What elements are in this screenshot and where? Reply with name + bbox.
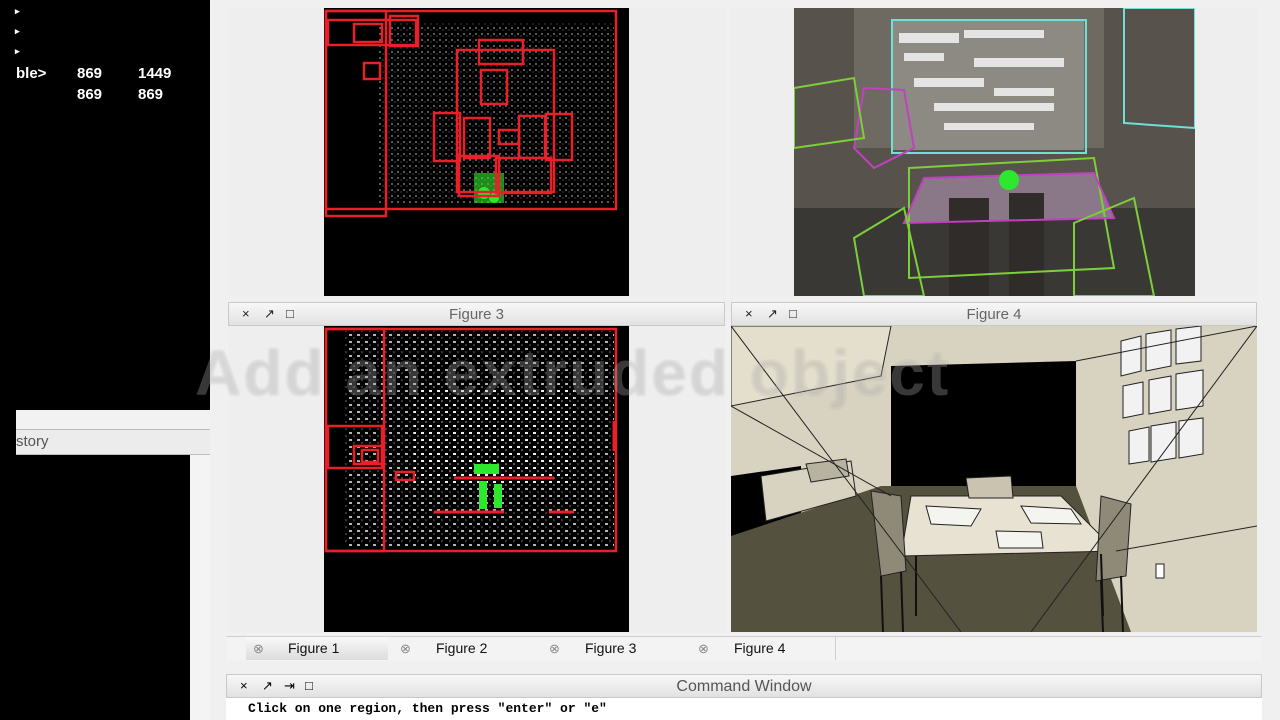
command-history-scroll[interactable] bbox=[190, 455, 210, 720]
tab-figure-2[interactable]: ⊗ Figure 2 bbox=[395, 637, 537, 660]
command-output: Click on one region, then press "enter" … bbox=[248, 701, 607, 716]
tab-figure-4[interactable]: ⊗ Figure 4 bbox=[693, 637, 836, 660]
tab-figure-3[interactable]: ⊗ Figure 3 bbox=[544, 637, 686, 660]
figure-1-panel bbox=[228, 8, 725, 296]
tab-label: Figure 3 bbox=[585, 640, 637, 656]
workspace-panel: ▸ ▸ ▸ ble> 869 1449 869 869 bbox=[0, 0, 210, 410]
tab-label: Figure 2 bbox=[436, 640, 488, 656]
command-window[interactable]: Click on one region, then press "enter" … bbox=[226, 698, 1262, 720]
figure-1-axes[interactable] bbox=[324, 8, 629, 296]
variable-value: 869 bbox=[77, 86, 103, 103]
figure-tab-strip: ⊗ Figure 1 ⊗ Figure 2 ⊗ Figure 3 ⊗ Figur… bbox=[226, 636, 1262, 661]
variable-value: 869 bbox=[77, 65, 103, 82]
command-history-title: story bbox=[16, 433, 49, 450]
command-window-title: Command Window bbox=[676, 678, 812, 695]
close-tab-icon[interactable]: ⊗ bbox=[253, 637, 264, 660]
panel-gap bbox=[16, 410, 210, 429]
video-caption-overlay: Add an extruded object bbox=[195, 337, 951, 409]
close-tab-icon[interactable]: ⊗ bbox=[400, 637, 411, 660]
point-cloud-topview bbox=[324, 9, 618, 218]
figure-4-titlebar[interactable]: × ↗ □ Figure 4 bbox=[731, 302, 1257, 326]
figure-3-titlebar[interactable]: × ↗ □ Figure 3 bbox=[228, 302, 725, 326]
expand-arrow-icon[interactable]: ▸ bbox=[15, 26, 20, 37]
figure-2-axes[interactable] bbox=[794, 8, 1195, 296]
variable-name: ble> bbox=[16, 65, 47, 82]
variable-value: 1449 bbox=[138, 65, 172, 82]
close-tab-icon[interactable]: ⊗ bbox=[549, 637, 560, 660]
expand-arrow-icon[interactable]: ▸ bbox=[15, 46, 20, 57]
expand-arrow-icon[interactable]: ▸ bbox=[15, 6, 20, 17]
command-window-titlebar[interactable]: × ↗ ⇥ □ Command Window bbox=[226, 674, 1262, 698]
figure-2-panel bbox=[731, 8, 1257, 296]
variable-value: 869 bbox=[138, 86, 164, 103]
tab-figure-1[interactable]: ⊗ Figure 1 bbox=[246, 637, 388, 660]
close-tab-icon[interactable]: ⊗ bbox=[698, 637, 709, 660]
tab-label: Figure 1 bbox=[288, 640, 340, 656]
room-photo-segmentation bbox=[794, 8, 1195, 296]
tab-label: Figure 4 bbox=[734, 640, 786, 656]
figure-3-title: Figure 3 bbox=[448, 306, 505, 323]
command-history-titlebar[interactable]: story bbox=[16, 429, 210, 455]
figure-4-title: Figure 4 bbox=[966, 306, 1022, 323]
